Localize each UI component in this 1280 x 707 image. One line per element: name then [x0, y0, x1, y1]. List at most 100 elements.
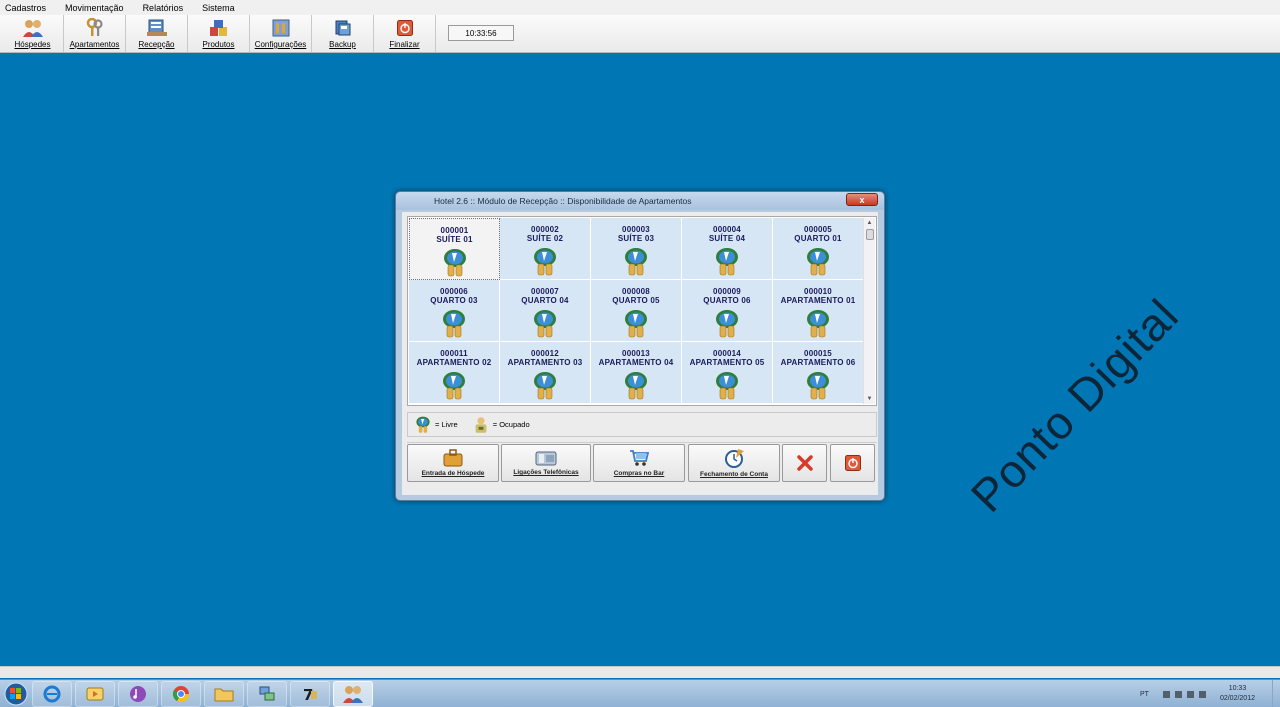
entrada-hospede-button[interactable]: Entrada de Hóspede: [407, 444, 499, 482]
recepcao-label: Recepção: [138, 40, 175, 49]
tray-volume-icon[interactable]: [1198, 690, 1206, 698]
dialog-titlebar[interactable]: Hotel 2.6 :: Módulo de Recepção :: Dispo…: [396, 192, 884, 210]
ligacoes-telefonicas-button[interactable]: Ligações Telefônicas: [501, 444, 591, 482]
tray-icons: [1162, 690, 1206, 698]
dialog-client: 000001 SUÍTE 01 000002 SUÍTE 02 000003 SUÍTE …: [402, 212, 878, 495]
taskbar-chrome[interactable]: [161, 680, 201, 707]
room-cell[interactable]: 000011 APARTAMENTO 02: [409, 342, 500, 404]
room-name: APARTAMENTO 01: [780, 296, 856, 305]
folder-icon: [214, 688, 234, 701]
menu-bar: Cadastros Movimentação Relatórios Sistem…: [0, 0, 1280, 15]
room-name: QUARTO 03: [430, 296, 478, 305]
menu-cadastros[interactable]: Cadastros: [5, 3, 46, 13]
room-cell[interactable]: 000002 SUÍTE 02: [500, 218, 591, 280]
taskbar-hotel-app[interactable]: [333, 680, 373, 707]
entrada-hospede-label: Entrada de Hóspede: [421, 470, 485, 477]
room-number: 000009: [713, 287, 741, 296]
system-tray: PT 10:33 02/02/2012: [1130, 680, 1280, 707]
room-cell[interactable]: 000003 SUÍTE 03: [591, 218, 682, 280]
room-name: SUÍTE 01: [436, 235, 473, 244]
menu-movimentacao[interactable]: Movimentação: [65, 3, 124, 13]
apartamentos-label: Apartamentos: [69, 40, 120, 49]
room-cell[interactable]: 000009 QUARTO 06: [682, 280, 773, 342]
finalizar-label: Finalizar: [389, 40, 420, 49]
rooms-list: 000001 SUÍTE 01 000002 SUÍTE 02 000003 SUÍTE …: [407, 216, 877, 406]
room-cell[interactable]: 000007 QUARTO 04: [500, 280, 591, 342]
taskbar-7zip[interactable]: 7: [290, 680, 330, 707]
taskbar-media-player[interactable]: [75, 680, 115, 707]
room-cell[interactable]: 000008 QUARTO 05: [591, 280, 682, 342]
tray-arrow-icon[interactable]: [1162, 690, 1170, 698]
tray-date: 02/02/2012: [1219, 695, 1255, 702]
main-toolbar: Hóspedes Apartamentos Recepção Produtos …: [0, 15, 1280, 53]
room-name: APARTAMENTO 06: [780, 358, 856, 367]
dialog-close-button[interactable]: x: [846, 193, 878, 206]
tray-clock[interactable]: 10:33 02/02/2012: [1220, 684, 1255, 704]
room-cell[interactable]: 000005 QUARTO 01: [773, 218, 864, 280]
hospedes-button[interactable]: Hóspedes: [2, 15, 64, 52]
rooms-scrollbar[interactable]: ▲ ▼: [863, 218, 875, 404]
room-free-icon: [532, 371, 558, 401]
menu-relatorios[interactable]: Relatórios: [143, 3, 184, 13]
language-indicator[interactable]: PT: [1140, 691, 1149, 698]
taskbar-explorer[interactable]: [204, 680, 244, 707]
room-occupied-icon: [475, 416, 487, 433]
room-name: QUARTO 04: [521, 296, 569, 305]
room-cell[interactable]: 000010 APARTAMENTO 01: [773, 280, 864, 342]
backup-icon: [333, 18, 353, 38]
produtos-button[interactable]: Produtos: [188, 15, 250, 52]
scroll-thumb[interactable]: [865, 229, 874, 240]
backup-button[interactable]: Backup: [312, 15, 374, 52]
scroll-up-icon[interactable]: ▲: [864, 218, 875, 228]
room-cell[interactable]: 000012 APARTAMENTO 03: [500, 342, 591, 404]
seven-zip-icon: 7: [303, 686, 317, 703]
fechamento-conta-label: Fechamento de Conta: [700, 471, 768, 478]
toolbar-clock: 10:33:56: [448, 25, 514, 41]
tray-flag-icon[interactable]: [1174, 690, 1182, 698]
produtos-label: Produtos: [202, 40, 235, 49]
room-cell[interactable]: 000015 APARTAMENTO 06: [773, 342, 864, 404]
taskbar-network[interactable]: [247, 680, 287, 707]
room-free-icon: [714, 247, 740, 277]
room-name: SUÍTE 04: [708, 234, 746, 243]
room-cell[interactable]: 000006 QUARTO 03: [409, 280, 500, 342]
cart-icon: [630, 450, 649, 466]
recepcao-button[interactable]: Recepção: [126, 15, 188, 52]
taskbar-itunes[interactable]: [118, 680, 158, 707]
taskbar-ie[interactable]: [32, 680, 72, 707]
finalizar-button[interactable]: Finalizar: [374, 15, 436, 52]
compras-bar-button[interactable]: Compras no Bar: [593, 444, 685, 482]
room-free-icon: [805, 247, 831, 277]
room-number: 000015: [804, 349, 832, 358]
room-number: 000013: [622, 349, 650, 358]
room-free-icon: [623, 247, 649, 277]
room-free-icon: [805, 371, 831, 401]
products-icon: [209, 18, 229, 38]
settings-icon: [271, 18, 291, 38]
room-cell[interactable]: 000013 APARTAMENTO 04: [591, 342, 682, 404]
disponibilidade-dialog: Hotel 2.6 :: Módulo de Recepção :: Dispo…: [395, 191, 885, 501]
scroll-down-icon[interactable]: ▼: [864, 394, 875, 404]
menu-sistema[interactable]: Sistema: [202, 3, 235, 13]
room-name: APARTAMENTO 02: [416, 358, 492, 367]
exit-button[interactable]: [830, 444, 875, 482]
room-number: 000011: [440, 349, 468, 358]
fechamento-conta-button[interactable]: Fechamento de Conta: [688, 444, 780, 482]
music-icon: [130, 685, 146, 702]
room-cell[interactable]: 000004 SUÍTE 04: [682, 218, 773, 280]
room-cell[interactable]: 000014 APARTAMENTO 05: [682, 342, 773, 404]
briefcase-icon: [443, 449, 463, 467]
room-free-icon: [532, 247, 558, 277]
room-name: SUÍTE 02: [526, 234, 564, 243]
tray-network-icon[interactable]: [1186, 690, 1194, 698]
configuracoes-button[interactable]: Configurações: [250, 15, 312, 52]
cancel-button[interactable]: [782, 444, 827, 482]
room-cell[interactable]: 000001 SUÍTE 01: [409, 218, 500, 280]
start-button[interactable]: [0, 680, 32, 707]
red-x-icon: [796, 455, 813, 471]
guests-icon: [343, 685, 363, 703]
close-icon: x: [859, 194, 865, 205]
show-desktop-button[interactable]: [1272, 680, 1280, 707]
apartamentos-button[interactable]: Apartamentos: [64, 15, 126, 52]
reception-icon: [146, 18, 167, 38]
